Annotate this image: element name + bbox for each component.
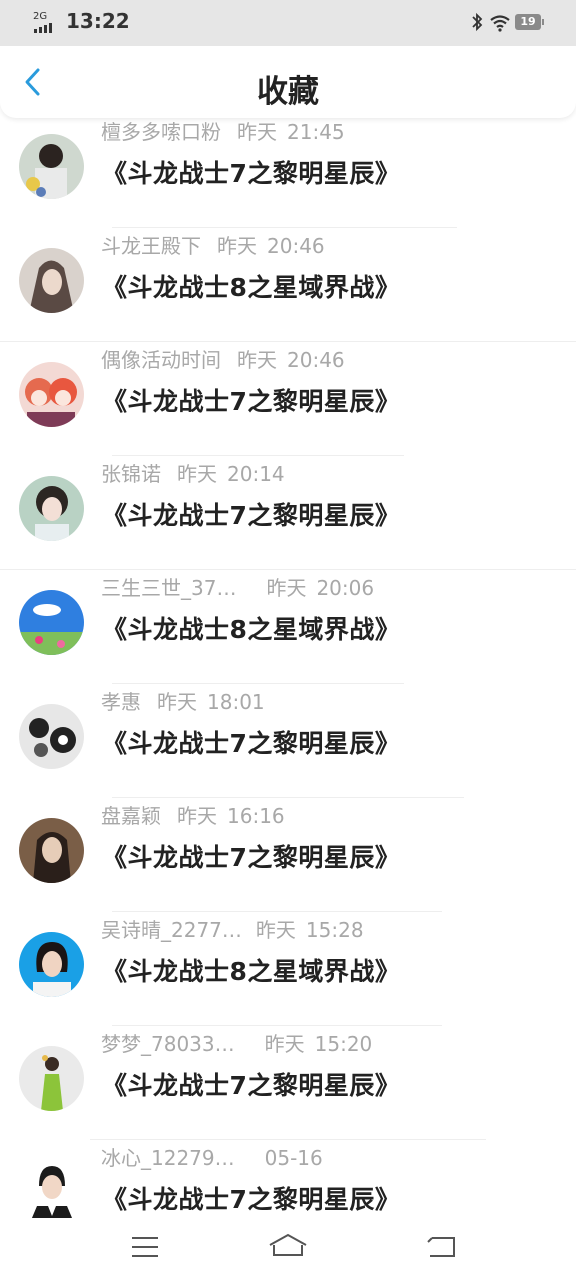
username: 梦梦_78033… [101, 1032, 235, 1056]
divider [0, 341, 576, 342]
battery-icon: 19 [515, 14, 544, 30]
list-item[interactable]: 孝惠 昨天 18:01 《斗龙战士7之黎明星辰》 [0, 690, 576, 821]
return-button[interactable] [421, 1230, 461, 1264]
item-meta: 梦梦_78033… 昨天 15:20 [101, 1028, 372, 1057]
time: 16:16 [227, 804, 285, 828]
time: 18:01 [207, 690, 265, 714]
item-title[interactable]: 《斗龙战士7之黎明星辰》 [102, 496, 400, 532]
divider [90, 1139, 486, 1140]
divider [0, 569, 576, 570]
username: 檀多多嗦口粉 [101, 120, 221, 144]
bluetooth-icon [470, 12, 484, 32]
username: 孝惠 [101, 690, 141, 714]
item-meta: 冰心_12279… 05-16 [101, 1142, 333, 1171]
avatar[interactable] [19, 932, 84, 997]
time: 20:46 [267, 234, 325, 258]
item-meta: 盘嘉颖 昨天 16:16 [101, 800, 285, 829]
divider [112, 911, 442, 912]
username: 张锦诺 [101, 462, 161, 486]
item-title[interactable]: 《斗龙战士7之黎明星辰》 [102, 838, 400, 874]
page-title: 收藏 [257, 74, 319, 110]
menu-icon [132, 1237, 158, 1257]
item-title[interactable]: 《斗龙战士7之黎明星辰》 [102, 154, 400, 190]
divider [112, 797, 464, 798]
clock-time: 13:22 [66, 9, 130, 33]
time: 20:06 [316, 576, 375, 600]
item-meta: 偶像活动时间 昨天 20:46 [101, 344, 345, 373]
time: 20:46 [287, 348, 345, 372]
status-bar: 2G 13:22 19 [0, 0, 576, 46]
item-title[interactable]: 《斗龙战士8之星域界战》 [102, 268, 400, 304]
time: 15:28 [305, 918, 364, 942]
divider [112, 683, 404, 684]
date: 昨天 [266, 576, 307, 600]
date: 昨天 [237, 348, 277, 372]
avatar[interactable] [19, 248, 84, 313]
date: 昨天 [177, 804, 217, 828]
item-meta: 张锦诺 昨天 20:14 [101, 458, 285, 487]
avatar[interactable] [19, 362, 84, 427]
item-title[interactable]: 《斗龙战士8之星域界战》 [102, 610, 400, 646]
item-title[interactable]: 《斗龙战士7之黎明星辰》 [102, 1066, 400, 1102]
item-title[interactable]: 《斗龙战士7之黎明星辰》 [102, 1180, 400, 1216]
date: 昨天 [177, 462, 217, 486]
username: 吴诗晴_2277… [101, 918, 242, 942]
item-meta: 吴诗晴_2277… 昨天 15:28 [101, 914, 364, 943]
item-meta: 斗龙王殿下 昨天 20:46 [101, 230, 325, 259]
item-title[interactable]: 《斗龙战士7之黎明星辰》 [102, 724, 400, 760]
divider [112, 227, 457, 228]
avatar[interactable] [19, 818, 84, 883]
system-nav-bar [0, 1218, 576, 1280]
signal-icon [34, 23, 58, 33]
username: 盘嘉颖 [101, 804, 161, 828]
network-type: 2G [33, 11, 48, 22]
username: 偶像活动时间 [101, 348, 221, 372]
date: 05-16 [264, 1146, 323, 1170]
date: 昨天 [255, 918, 296, 942]
username: 斗龙王殿下 [101, 234, 201, 258]
avatar[interactable] [19, 590, 84, 655]
date: 昨天 [237, 120, 277, 144]
item-title[interactable]: 《斗龙战士8之星域界战》 [102, 952, 400, 988]
username: 冰心_12279… [101, 1146, 235, 1170]
date: 昨天 [264, 1032, 305, 1056]
item-meta: 檀多多嗦口粉 昨天 21:45 [101, 116, 345, 145]
time: 15:20 [314, 1032, 373, 1056]
item-meta: 三生三世_37… 昨天 20:06 [101, 572, 374, 601]
list-item[interactable]: 偶像活动时间 昨天 20:46 《斗龙战士7之黎明星辰》 [0, 348, 576, 479]
username: 三生三世_37… [101, 576, 237, 600]
time: 20:14 [227, 462, 285, 486]
wifi-icon [489, 14, 511, 32]
date: 昨天 [157, 690, 197, 714]
home-button[interactable] [268, 1230, 308, 1264]
app-header: 收藏 [0, 46, 576, 118]
list-item[interactable]: 三生三世_37… 昨天 20:06 《斗龙战士8之星域界战》 [0, 576, 576, 707]
divider [112, 455, 404, 456]
item-meta: 孝惠 昨天 18:01 [101, 686, 265, 715]
time: 21:45 [287, 120, 345, 144]
divider [112, 1025, 442, 1026]
avatar[interactable] [19, 1046, 84, 1111]
return-icon [427, 1237, 455, 1257]
home-icon [269, 1233, 307, 1256]
avatar[interactable] [19, 1160, 84, 1225]
avatar[interactable] [19, 476, 84, 541]
date: 昨天 [217, 234, 257, 258]
item-title[interactable]: 《斗龙战士7之黎明星辰》 [102, 382, 400, 418]
avatar[interactable] [19, 704, 84, 769]
menu-button[interactable] [125, 1230, 165, 1264]
avatar[interactable] [19, 134, 84, 199]
